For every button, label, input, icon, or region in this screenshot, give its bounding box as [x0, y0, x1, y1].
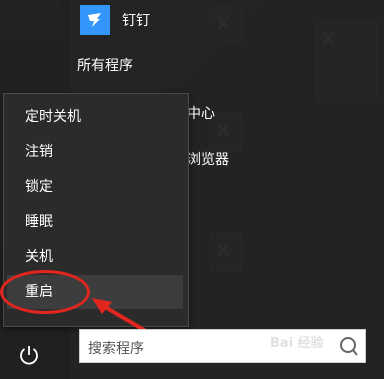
app-item-dingtalk[interactable]: 钉钉: [80, 5, 150, 35]
partial-app-label[interactable]: 中心: [187, 103, 215, 123]
annotation-circle: [0, 270, 90, 314]
menu-item-lock[interactable]: 锁定: [7, 172, 183, 202]
app-label: 钉钉: [122, 13, 150, 29]
dingtalk-icon: [80, 5, 110, 35]
partial-app-label[interactable]: 浏览器: [187, 149, 229, 169]
menu-item-shut-down[interactable]: 关机: [7, 242, 183, 272]
search-icon[interactable]: [337, 335, 359, 357]
all-programs-link[interactable]: 所有程序: [77, 55, 133, 75]
search-placeholder: 搜索程序: [88, 341, 144, 357]
baidu-watermark: Bai 经验: [270, 336, 324, 351]
menu-item-sign-out[interactable]: 注销: [7, 137, 183, 167]
menu-item-scheduled-shutdown[interactable]: 定时关机: [7, 102, 183, 132]
menu-item-sleep[interactable]: 睡眠: [7, 207, 183, 237]
power-button[interactable]: [12, 338, 46, 372]
power-icon: [20, 346, 38, 365]
